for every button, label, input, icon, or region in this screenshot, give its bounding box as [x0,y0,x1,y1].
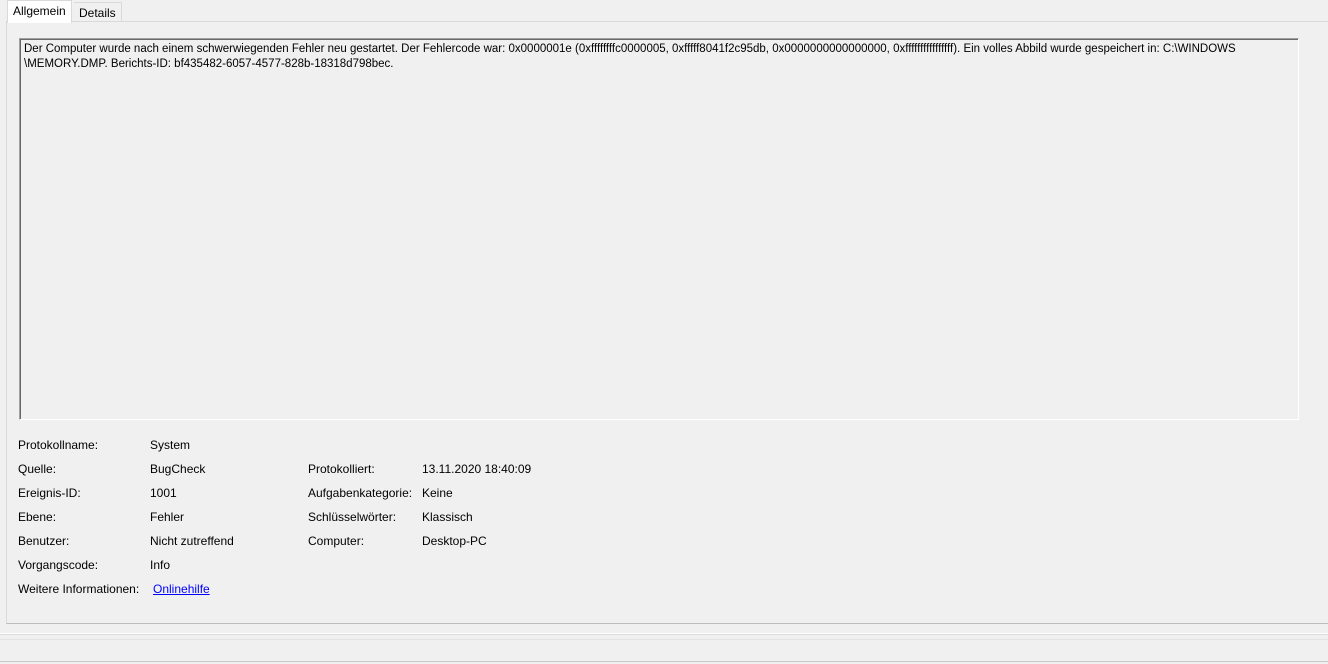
user-value: Nicht zutreffend [150,534,234,548]
event-id-label: Ereignis-ID: [18,486,81,500]
level-label: Ebene: [18,510,57,524]
keywords-label: Schlüsselwörter: [308,510,397,524]
task-category-label: Aufgabenkategorie: [308,486,413,500]
tab-details[interactable]: Details [74,2,122,22]
keywords-value: Klassisch [422,510,473,524]
bottom-divider-2 [0,639,1328,640]
online-help-link[interactable]: Onlinehilfe [153,582,210,596]
source-label: Quelle: [18,462,57,476]
tab-allgemein[interactable]: Allgemein [7,0,72,23]
source-value: BugCheck [150,462,206,476]
event-id-value: 1001 [150,486,177,500]
bottom-divider [0,634,1328,635]
log-name-label: Protokollname: [18,438,99,452]
event-description[interactable]: Der Computer wurde nach einem schwerwieg… [19,38,1299,420]
level-value: Fehler [150,510,185,524]
user-label: Benutzer: [18,534,70,548]
computer-value: Desktop-PC [422,534,487,548]
task-category-value: Keine [422,486,453,500]
log-name-value: System [150,438,191,452]
more-info-label: Weitere Informationen: [18,582,140,596]
computer-label: Computer: [308,534,365,548]
logged-value: 13.11.2020 18:40:09 [422,462,532,476]
status-bar-border [0,661,1328,662]
opcode-label: Vorgangscode: [18,558,99,572]
opcode-value: Info [150,558,171,572]
tab-bar: Allgemein Details [0,0,1328,23]
logged-label: Protokolliert: [308,462,375,476]
